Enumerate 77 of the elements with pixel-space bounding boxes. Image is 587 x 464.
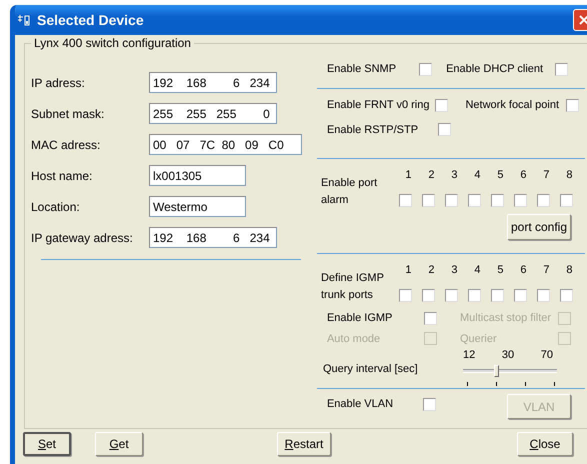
checkbox[interactable] <box>419 62 432 76</box>
checkbox[interactable] <box>422 194 435 207</box>
port-number: 3 <box>450 168 459 184</box>
port-number: 2 <box>427 168 436 184</box>
label-text: Network focal point <box>465 98 560 113</box>
group-title: Lynx 400 switch configuration <box>31 36 194 50</box>
window-title: Selected Device <box>37 10 144 30</box>
label-text: Enable RSTP/STP <box>326 122 418 138</box>
port-number: 7 <box>542 168 551 184</box>
port-number: 6 <box>519 263 528 278</box>
label-text: Enable DHCP client <box>446 62 544 77</box>
field-label: Host name: <box>31 168 94 184</box>
label-text: Querier <box>460 332 498 346</box>
port-number: 7 <box>542 263 551 278</box>
port-config-button[interactable]: port config <box>507 214 571 240</box>
port-group-label: Enable port alarm <box>320 176 378 208</box>
field-label: IP adress: <box>31 74 86 92</box>
tick-label: 12 <box>462 348 476 363</box>
dialog-button[interactable]: Get <box>95 432 143 456</box>
label-text: Auto mode <box>326 332 382 346</box>
dialog-button[interactable]: Set <box>23 432 71 456</box>
input-field[interactable]: Westermo <box>149 196 246 217</box>
port-number: 6 <box>519 168 528 184</box>
port-number: 5 <box>496 263 505 278</box>
field-label: Subnet mask: <box>31 106 106 122</box>
checkbox[interactable] <box>560 194 573 207</box>
label-text: Enable FRNT v0 ring <box>326 98 430 113</box>
label-text: Enable SNMP <box>326 62 396 77</box>
checkbox[interactable] <box>468 288 481 302</box>
close-icon <box>578 14 587 26</box>
checkbox[interactable] <box>555 62 568 76</box>
input-field[interactable]: 192 168 6 234 <box>149 227 277 248</box>
checkbox[interactable] <box>536 288 550 302</box>
network-device-icon <box>17 13 31 27</box>
label-text: Enable VLAN <box>326 397 394 412</box>
checkbox[interactable] <box>398 194 412 207</box>
input-field[interactable]: 255 255 255 0 <box>149 103 277 124</box>
port-number: 1 <box>404 168 413 184</box>
port-number: 3 <box>450 263 459 278</box>
port-number: 5 <box>496 168 505 184</box>
checkbox[interactable] <box>435 98 448 112</box>
checkbox[interactable] <box>422 288 435 302</box>
port-number: 1 <box>404 263 413 278</box>
port-group-label: Define IGMP trunk ports <box>320 271 385 303</box>
checkbox[interactable] <box>536 194 550 207</box>
input-field[interactable]: 192 168 6 234 <box>149 72 277 93</box>
port-number: 8 <box>565 168 574 184</box>
label-text: Query interval [sec] <box>322 362 419 377</box>
dialog-button[interactable]: Close <box>517 432 573 456</box>
port-number: 4 <box>473 263 482 278</box>
checkbox[interactable] <box>490 288 504 302</box>
slider-thumb[interactable] <box>494 364 499 376</box>
port-number: 2 <box>427 263 436 278</box>
field-label: Location: <box>31 198 81 216</box>
tick-label: 70 <box>540 348 553 363</box>
tick-label: 30 <box>502 348 514 363</box>
checkbox[interactable] <box>398 288 412 302</box>
input-field[interactable]: lx001305 <box>149 165 246 186</box>
field-label: MAC adress: <box>31 136 102 154</box>
field-label: IP gateway adress: <box>31 230 134 246</box>
label-text: Enable IGMP <box>326 311 394 326</box>
checkbox[interactable] <box>438 123 452 136</box>
checkbox[interactable] <box>490 194 504 207</box>
checkbox[interactable] <box>468 194 481 207</box>
checkbox[interactable] <box>444 288 458 302</box>
port-number: 4 <box>473 168 482 184</box>
port-number: 8 <box>565 263 574 278</box>
checkbox[interactable] <box>560 288 573 302</box>
checkbox[interactable] <box>423 398 436 411</box>
checkbox[interactable] <box>444 194 458 207</box>
label-text: Multicast stop filter <box>460 311 552 326</box>
checkbox[interactable] <box>424 312 437 325</box>
dialog-button[interactable]: Restart <box>277 432 331 456</box>
input-field[interactable]: 00 07 7C 80 09 C0 <box>149 134 302 155</box>
checkbox[interactable] <box>514 194 527 207</box>
checkbox[interactable] <box>514 288 527 302</box>
checkbox[interactable] <box>566 98 580 112</box>
